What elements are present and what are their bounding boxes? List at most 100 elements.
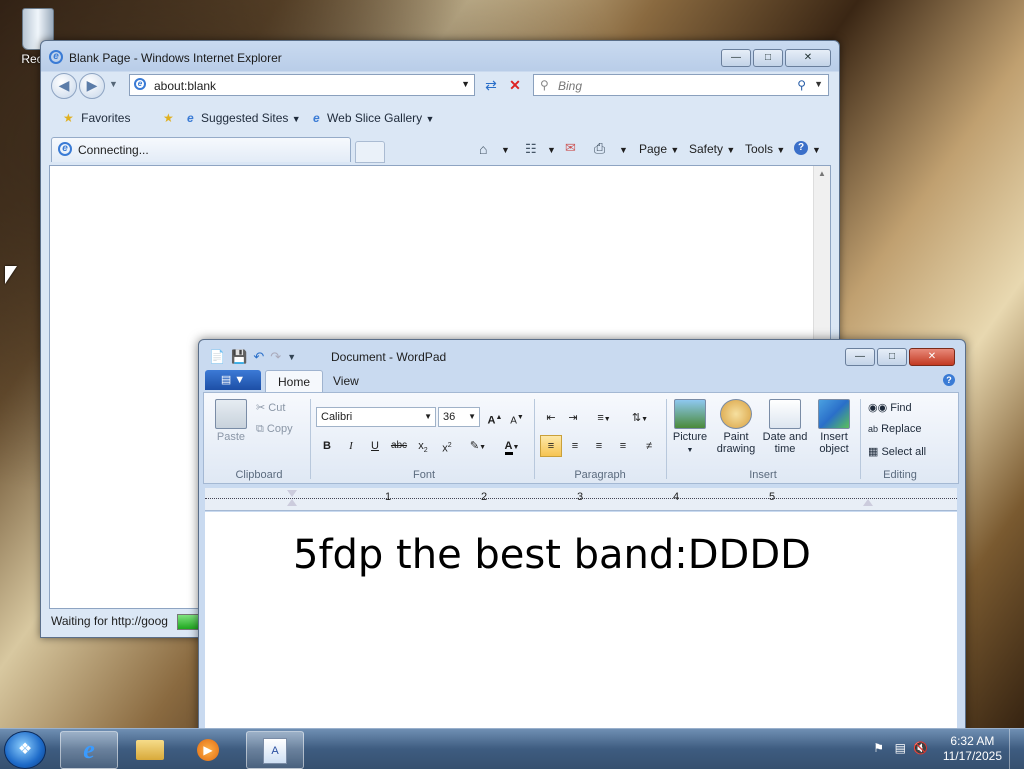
find-button[interactable]: ◉◉ Find (868, 401, 912, 414)
align-center-button[interactable]: ≡ (564, 435, 586, 457)
tab-home[interactable]: Home (265, 370, 324, 393)
align-right-button[interactable]: ≡ (588, 435, 610, 457)
feeds-dropdown-icon[interactable]: ▼ (547, 145, 556, 155)
ie-small-icon: e (187, 111, 194, 125)
cut-button[interactable]: ✂ Cut (256, 401, 285, 414)
print-dropdown-icon[interactable]: ▼ (619, 145, 628, 155)
web-slice-gallery-button[interactable]: e Web Slice Gallery ▼ (313, 111, 434, 125)
decrease-indent-button[interactable]: ⇤ (540, 407, 562, 429)
ruler[interactable]: 1 2 3 4 5 (205, 488, 957, 511)
close-button[interactable]: ✕ (909, 348, 955, 366)
add-to-favorites-bar-button[interactable]: ★ (163, 111, 174, 125)
tools-menu[interactable]: Tools ▼ (745, 142, 785, 156)
paragraph-dialog-button[interactable]: ≠ (638, 435, 660, 457)
chevron-down-icon: ▼ (424, 412, 432, 421)
taskbar-wordpad-button[interactable]: A (246, 731, 304, 769)
left-indent-marker[interactable] (287, 499, 297, 506)
maximize-button[interactable]: □ (753, 49, 783, 67)
font-size-combo[interactable]: 36 ▼ (438, 407, 480, 427)
copy-label: Copy (266, 423, 293, 435)
replace-button[interactable]: ab Replace (868, 423, 921, 435)
application-menu-button[interactable]: ▤ ▼ (205, 370, 261, 390)
search-input[interactable]: Bing (558, 79, 582, 93)
page-menu[interactable]: Page ▼ (639, 142, 679, 156)
tab-view[interactable]: View (321, 370, 371, 392)
help-dropdown-icon[interactable]: ▼ (812, 145, 821, 155)
help-icon[interactable]: ? (943, 374, 955, 386)
select-all-button[interactable]: ▦ Select all (868, 445, 926, 458)
feeds-icon[interactable]: ☷ (525, 141, 537, 157)
address-bar[interactable]: e about:blank ▼ (129, 74, 475, 96)
address-dropdown-icon[interactable]: ▼ (461, 79, 470, 89)
undo-icon[interactable]: ↶ (253, 349, 264, 365)
print-icon[interactable]: ⎙ (594, 140, 605, 157)
tab-connecting[interactable]: e Connecting... (51, 137, 351, 162)
new-tab-button[interactable] (355, 141, 385, 163)
network-icon[interactable]: ▤ (895, 741, 906, 755)
taskbar-ie-button[interactable]: e (60, 731, 118, 769)
recent-pages-dropdown-icon[interactable]: ▼ (109, 79, 118, 89)
copy-button[interactable]: ⧉ Copy (256, 423, 293, 436)
text-color-button[interactable]: A▼ (496, 435, 528, 457)
stop-icon[interactable]: ✕ (505, 75, 525, 95)
bullets-button[interactable]: ≡▼ (588, 407, 620, 429)
home-icon[interactable]: ⌂ (479, 141, 487, 157)
back-button[interactable]: ◀ (51, 73, 77, 99)
right-indent-marker[interactable] (863, 499, 873, 506)
taskbar-media-player-button[interactable]: ▶ (180, 731, 236, 767)
forward-button[interactable]: ▶ (79, 73, 105, 99)
document-text[interactable]: 5fdp the best band:DDDD (293, 532, 811, 578)
minimize-button[interactable]: — (845, 348, 875, 366)
subscript-button[interactable]: x2 (412, 435, 434, 457)
grow-font-button[interactable]: A▲ (484, 407, 506, 429)
scroll-up-icon[interactable]: ▲ (814, 169, 830, 178)
home-dropdown-icon[interactable]: ▼ (501, 145, 510, 155)
favorites-button[interactable]: ★ Favorites (63, 111, 130, 125)
search-icon[interactable]: ⚲ (797, 78, 806, 92)
help-icon[interactable]: ? (794, 141, 808, 155)
taskbar-explorer-button[interactable] (122, 731, 178, 767)
font-family-combo[interactable]: Calibri ▼ (316, 407, 436, 427)
refresh-icon[interactable]: ⇄ (481, 75, 501, 95)
address-input[interactable]: about:blank (154, 79, 216, 93)
clock[interactable]: 6:32 AM 11/17/2025 (943, 734, 1002, 764)
maximize-button[interactable]: □ (877, 348, 907, 366)
suggested-sites-button[interactable]: e Suggested Sites ▼ (187, 111, 301, 125)
picture-button[interactable]: Picture ▼ (670, 399, 710, 455)
align-left-button[interactable]: ≡ (540, 435, 562, 457)
close-button[interactable]: ✕ (785, 49, 831, 67)
volume-muted-icon[interactable]: 🔇 (913, 741, 928, 755)
show-desktop-button[interactable] (1009, 729, 1024, 769)
paint-drawing-button[interactable]: Paint drawing (712, 399, 760, 455)
redo-icon[interactable]: ↷ (270, 349, 281, 365)
first-line-indent-marker[interactable] (287, 490, 297, 497)
search-dropdown-icon[interactable]: ▼ (814, 79, 823, 89)
star-icon: ★ (63, 111, 74, 125)
line-spacing-button[interactable]: ⇅▼ (624, 407, 656, 429)
shrink-font-button[interactable]: A▼ (506, 407, 528, 429)
ie-taskbar-icon: e (83, 735, 95, 764)
highlight-color-button[interactable]: ✎▼ (462, 435, 494, 457)
date-time-button[interactable]: Date and time (760, 399, 810, 455)
start-button[interactable]: ❖ (4, 731, 46, 769)
italic-button[interactable]: I (340, 435, 362, 457)
save-icon[interactable]: 💾 (231, 349, 247, 365)
underline-button[interactable]: U (364, 435, 386, 457)
paste-button[interactable]: Paste (212, 399, 250, 443)
action-center-flag-icon[interactable]: ⚑ (873, 741, 884, 755)
minimize-button[interactable]: — (721, 49, 751, 67)
safety-menu[interactable]: Safety ▼ (689, 142, 735, 156)
superscript-button[interactable]: x2 (436, 435, 458, 457)
search-box[interactable]: ⚲ Bing ⚲ ▼ (533, 74, 829, 96)
mail-icon[interactable]: ✉ (565, 140, 576, 156)
wordpad-window-title: Document - WordPad (331, 350, 447, 364)
strikethrough-button[interactable]: abc (388, 435, 410, 457)
ie-small-icon: e (313, 111, 320, 125)
insert-object-button[interactable]: Insert object (812, 399, 856, 455)
chevron-down-icon: ▼ (776, 145, 786, 155)
increase-indent-button[interactable]: ⇥ (562, 407, 584, 429)
document-area[interactable]: 5fdp the best band:DDDD (205, 512, 957, 740)
bold-button[interactable]: B (316, 435, 338, 457)
justify-button[interactable]: ≡ (612, 435, 634, 457)
customize-qat-icon[interactable]: ▼ (287, 352, 296, 362)
